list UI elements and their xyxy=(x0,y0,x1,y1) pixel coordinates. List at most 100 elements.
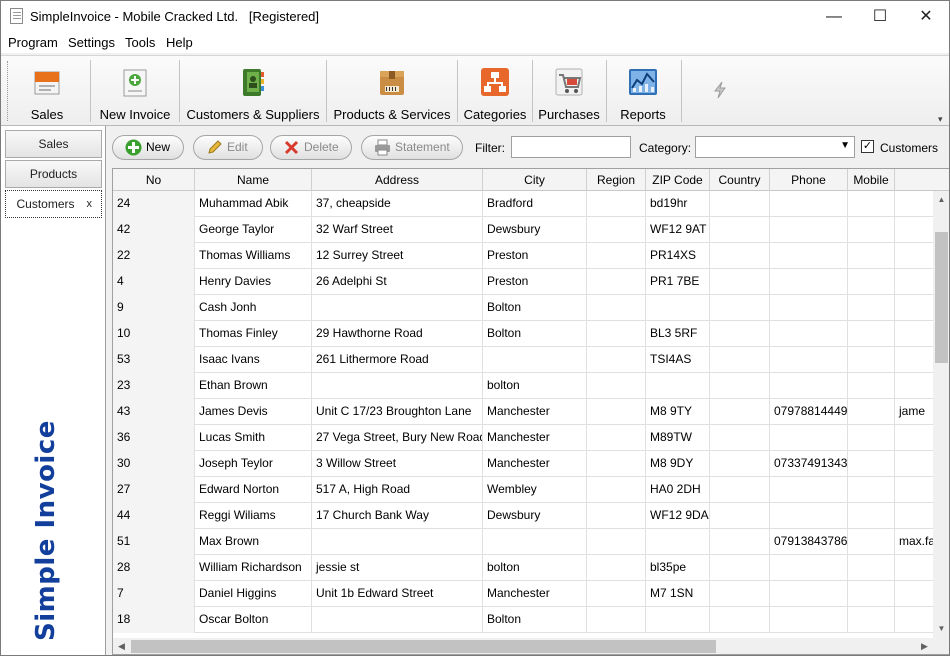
table-row[interactable]: 27 Edward Norton 517 A, High Road Wembley HA… xyxy=(113,477,933,503)
toolbar-customers-suppliers-button[interactable]: Customers & Suppliers xyxy=(183,58,323,124)
column-header-mobile[interactable]: Mobile xyxy=(848,169,895,191)
scroll-up-icon[interactable]: ▲ xyxy=(933,193,949,207)
tab-sales[interactable]: Sales xyxy=(5,130,102,158)
table-row[interactable]: 36 Lucas Smith 27 Vega Street, Bury New Ro… xyxy=(113,425,933,451)
cell-name: George Taylor xyxy=(195,217,312,243)
table-row[interactable]: 7 Daniel Higgins Unit 1b Edward Street Manc… xyxy=(113,581,933,607)
toolbar-overflow-icon[interactable]: ▾ xyxy=(938,114,943,125)
cell-city: Bolton xyxy=(483,607,587,633)
table-row[interactable]: 44 Reggi Wiliams 17 Church Bank Way Dewsbur… xyxy=(113,503,933,529)
cell-region xyxy=(587,399,646,425)
menu-settings[interactable]: Settings xyxy=(68,35,115,50)
new-button-label: New xyxy=(146,140,171,154)
delete-button[interactable]: Delete xyxy=(270,135,352,160)
filter-input[interactable] xyxy=(511,136,631,158)
cell-zip: M8 9DY xyxy=(646,451,710,477)
column-header-region[interactable]: Region xyxy=(587,169,646,191)
tab-close-icon[interactable]: x xyxy=(87,191,93,218)
column-header-city[interactable]: City xyxy=(483,169,587,191)
table-row[interactable]: 10 Thomas Finley 29 Hawthorne Road Bolton BL… xyxy=(113,321,933,347)
lightning-icon[interactable] xyxy=(710,80,730,100)
menu-help[interactable]: Help xyxy=(166,35,193,50)
customers-grid: No Name Address City Region ZIP Code Cou… xyxy=(112,168,949,655)
new-button[interactable]: New xyxy=(112,135,184,160)
cell-phone xyxy=(770,373,848,399)
close-button[interactable]: ✕ xyxy=(903,1,949,32)
cell-name: Isaac Ivans xyxy=(195,347,312,373)
cell-mobile xyxy=(848,399,895,425)
new-invoice-icon xyxy=(123,69,147,97)
table-row[interactable]: 42 George Taylor 32 Warf Street Dewsbury WF1… xyxy=(113,217,933,243)
toolbar-reports-button[interactable]: Reports xyxy=(609,58,677,124)
toolbar-sales-button[interactable]: Sales xyxy=(15,58,79,124)
table-row[interactable]: 22 Thomas Williams 12 Surrey Street Preston… xyxy=(113,243,933,269)
menu-program[interactable]: Program xyxy=(8,35,58,50)
column-header-name[interactable]: Name xyxy=(195,169,312,191)
cell-mobile xyxy=(848,217,895,243)
cell-name: Thomas Williams xyxy=(195,243,312,269)
category-select[interactable]: ▼ xyxy=(695,136,855,158)
cell-city: Bolton xyxy=(483,295,587,321)
window-title: SimpleInvoice - Mobile Cracked Ltd. [Reg… xyxy=(30,9,320,24)
cell-country xyxy=(710,217,770,243)
table-row[interactable]: 30 Joseph Teylor 3 Willow Street Manchester… xyxy=(113,451,933,477)
cell-email xyxy=(895,425,933,451)
column-header-phone[interactable]: Phone xyxy=(770,169,848,191)
grid-header: No Name Address City Region ZIP Code Cou… xyxy=(113,169,949,191)
toolbar-grip[interactable] xyxy=(7,61,10,121)
column-header-email[interactable] xyxy=(895,169,933,191)
vertical-scrollbar[interactable]: ▲ ▼ xyxy=(933,191,949,638)
table-row[interactable]: 23 Ethan Brown bolton xyxy=(113,373,933,399)
toolbar-categories-button[interactable]: Categories xyxy=(460,58,530,124)
table-row[interactable]: 9 Cash Jonh Bolton xyxy=(113,295,933,321)
edit-button-label: Edit xyxy=(227,140,248,154)
printer-icon xyxy=(375,139,390,156)
scroll-down-icon[interactable]: ▼ xyxy=(933,622,949,636)
menu-tools[interactable]: Tools xyxy=(125,35,155,50)
scroll-right-icon[interactable]: ▶ xyxy=(916,638,933,654)
toolbar-separator xyxy=(326,60,327,122)
column-header-address[interactable]: Address xyxy=(312,169,483,191)
cell-country xyxy=(710,373,770,399)
cell-email: jame xyxy=(899,404,926,418)
table-row[interactable]: 24 Muhammad Abik 37, cheapside Bradford bd19… xyxy=(113,191,933,217)
customers-content: New Edit Delete Statement Filter: Catego… xyxy=(105,126,949,655)
minimize-button[interactable]: — xyxy=(811,1,857,32)
table-row[interactable]: 53 Isaac Ivans 261 Lithermore Road TSI4AS xyxy=(113,347,933,373)
cell-name: Reggi Wiliams xyxy=(195,503,312,529)
cell-no: 7 xyxy=(113,581,195,607)
horizontal-scrollbar[interactable]: ◀ ▶ xyxy=(113,638,933,654)
table-row[interactable]: 51 Max Brown 07913843786 max.fa xyxy=(113,529,933,555)
toolbar-products-services-button[interactable]: Products & Services xyxy=(330,58,454,124)
scroll-left-icon[interactable]: ◀ xyxy=(113,638,130,654)
customers-checkbox[interactable]: ✓ xyxy=(861,140,874,153)
maximize-button[interactable]: ☐ xyxy=(857,1,903,32)
table-row[interactable]: 18 Oscar Bolton Bolton xyxy=(113,607,933,633)
cell-email xyxy=(895,347,933,373)
cell-zip: PR1 7BE xyxy=(646,269,710,295)
cart-icon xyxy=(555,68,583,96)
tab-products-label: Products xyxy=(29,167,78,181)
cell-no: 4 xyxy=(113,269,195,295)
cell-mobile xyxy=(848,581,895,607)
cell-city: Dewsbury xyxy=(483,217,587,243)
toolbar-categories-label: Categories xyxy=(463,107,527,122)
column-header-zip[interactable]: ZIP Code xyxy=(646,169,710,191)
toolbar-new-invoice-button[interactable]: New Invoice xyxy=(95,58,175,124)
table-row[interactable]: 43 James Devis Unit C 17/23 Broughton Lane… xyxy=(113,399,933,425)
tab-products[interactable]: Products xyxy=(5,160,102,188)
tab-customers[interactable]: Customers x xyxy=(5,190,102,218)
toolbar-separator xyxy=(606,60,607,122)
statement-button[interactable]: Statement xyxy=(361,135,463,160)
cell-region xyxy=(587,477,646,503)
cell-country xyxy=(710,581,770,607)
toolbar-purchases-button[interactable]: Purchases xyxy=(535,58,603,124)
column-header-country[interactable]: Country xyxy=(710,169,770,191)
column-header-no[interactable]: No xyxy=(113,169,195,191)
horizontal-scroll-thumb[interactable] xyxy=(131,640,716,653)
table-row[interactable]: 28 William Richardson jessie st bolton bl35p… xyxy=(113,555,933,581)
table-row[interactable]: 4 Henry Davies 26 Adelphi St Preston PR1 7BE xyxy=(113,269,933,295)
vertical-scroll-thumb[interactable] xyxy=(935,232,948,363)
edit-button[interactable]: Edit xyxy=(193,135,263,160)
cell-zip: HA0 2DH xyxy=(646,477,710,503)
